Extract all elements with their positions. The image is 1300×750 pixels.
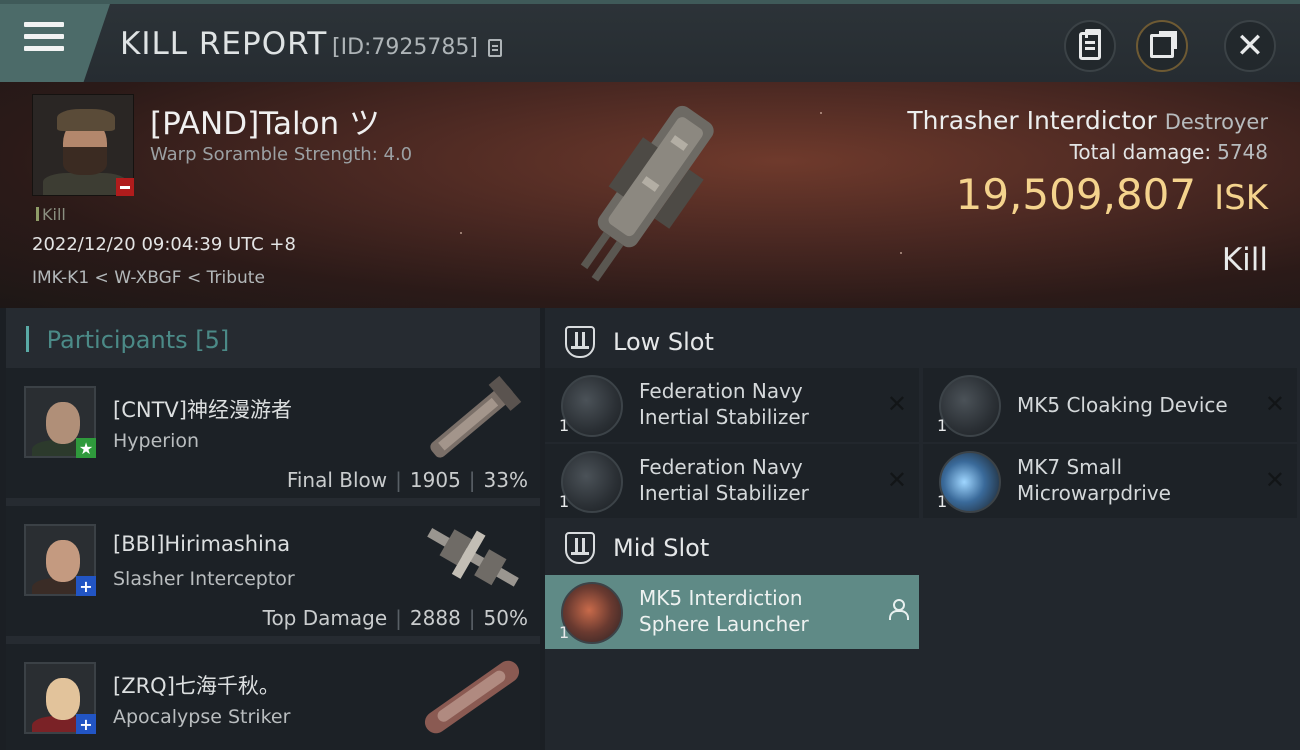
module-item[interactable]: 1 Federation Navy Inertial Stabilizer ✕ [545, 444, 919, 518]
total-damage-value: 5748 [1217, 140, 1268, 164]
participant-stats: Top Damage | 2888 | 50% [262, 606, 528, 630]
low-slot-icon [565, 326, 595, 358]
destroyed-x-icon: ✕ [1264, 466, 1285, 494]
victim-banner: [PAND]Talon ツ Warp Soramble Strength: 4.… [0, 82, 1300, 308]
participant-damage: 1905 [409, 468, 461, 492]
report-id: [ID:7925785] [332, 35, 478, 60]
victim-name[interactable]: [PAND]Talon ツ [150, 98, 380, 143]
module-name: Federation Navy Inertial Stabilizer [639, 379, 809, 429]
participant-name: [CNTV]神经漫游者 [113, 398, 292, 422]
participant-percent: 33% [483, 468, 528, 492]
participant-ship: Slasher Interceptor [113, 568, 295, 590]
victim-ship-class: Destroyer [1164, 110, 1268, 134]
participant-stats: Final Blow | 1905 | 33% [286, 468, 528, 492]
destroyed-x-icon: ✕ [886, 390, 907, 418]
module-item[interactable]: 1 MK7 Small Microwarpdrive ✕ [923, 444, 1297, 518]
victim-ship-name: Thrasher Interdictor [907, 106, 1157, 135]
participant-damage: 2888 [409, 606, 461, 630]
close-icon: ✕ [1235, 26, 1265, 66]
person-icon[interactable] [889, 599, 909, 620]
hostile-badge [116, 178, 134, 196]
cloaking-device-icon [939, 375, 1001, 437]
plus-badge-icon: + [76, 576, 96, 596]
mid-slot-header: Mid Slot [545, 516, 1300, 580]
mid-slot-icon [565, 532, 595, 564]
title-bar: KILL REPORT [ID:7925785] ✕ [0, 0, 1300, 82]
inertial-stabilizer-icon [561, 375, 623, 437]
module-qty: 1 [559, 492, 570, 511]
participant-ship-image [424, 660, 520, 734]
copy-id-icon[interactable] [488, 39, 502, 57]
participants-count: [5] [195, 326, 230, 354]
page-title: KILL REPORT [120, 26, 328, 62]
module-item[interactable]: 1 Federation Navy Inertial Stabilizer ✕ [545, 368, 919, 442]
isk-value: 19,509,807 ISK [956, 170, 1268, 219]
victim-ship: Thrasher Interdictor Destroyer [907, 106, 1268, 135]
kill-tag: Kill [36, 205, 66, 224]
clipboard-icon [1079, 29, 1101, 60]
close-button[interactable]: ✕ [1224, 20, 1276, 72]
participant-name: [BBI]Hirimashina [113, 532, 291, 556]
star [820, 112, 822, 114]
module-qty: 1 [559, 623, 570, 642]
kill-datetime: 2022/12/20 09:04:39 UTC +8 [32, 234, 296, 255]
participant-ship: Hyperion [113, 430, 200, 452]
share-icon [1150, 31, 1177, 58]
clipboard-button[interactable] [1064, 20, 1116, 72]
isk-unit: ISK [1214, 178, 1268, 218]
module-name: MK5 Cloaking Device [1017, 393, 1228, 417]
share-button[interactable] [1136, 20, 1188, 72]
module-item[interactable]: 1 MK5 Interdiction Sphere Launcher [545, 575, 919, 649]
victim-ship-image [580, 105, 714, 282]
isk-amount: 19,509,807 [955, 170, 1197, 219]
destroyed-x-icon: ✕ [886, 466, 907, 494]
low-slot-header: Low Slot [545, 310, 1300, 374]
star [460, 232, 462, 234]
participant-row[interactable]: + [BBI]Hirimashina Slasher Interceptor T… [6, 506, 540, 640]
star [900, 252, 902, 254]
module-qty: 1 [937, 416, 948, 435]
participant-ship-image [427, 527, 519, 587]
module-name: MK7 Small Microwarpdrive [1017, 455, 1171, 505]
mid-slot-title: Mid Slot [613, 534, 710, 562]
inertial-stabilizer-icon [561, 451, 623, 513]
participant-role: Top Damage [262, 606, 388, 630]
sphere-launcher-icon [561, 582, 623, 644]
total-damage-label: Total damage: [1069, 140, 1212, 164]
star-badge-icon: ★ [76, 438, 96, 458]
module-name: MK5 Interdiction Sphere Launcher [639, 586, 809, 636]
participant-role: Final Blow [286, 468, 388, 492]
low-slot-title: Low Slot [613, 328, 714, 356]
total-damage: Total damage: 5748 [1070, 140, 1268, 164]
plus-badge-icon: + [76, 714, 96, 734]
kill-location: IMK-K1 < W-XBGF < Tribute [32, 268, 265, 288]
module-qty: 1 [559, 416, 570, 435]
menu-icon[interactable] [24, 22, 64, 58]
module-item[interactable]: 1 MK5 Cloaking Device ✕ [923, 368, 1297, 442]
participants-panel: Participants [5] ★ [CNTV]神经漫游者 Hyperion … [6, 308, 540, 750]
microwarpdrive-icon [939, 451, 1001, 513]
module-name: Federation Navy Inertial Stabilizer [639, 455, 809, 505]
fitting-panel: Low Slot 1 Federation Navy Inertial Stab… [545, 308, 1300, 750]
destroyed-x-icon: ✕ [1264, 390, 1285, 418]
kill-result: Kill [1221, 242, 1268, 278]
participant-row[interactable]: ★ [CNTV]神经漫游者 Hyperion Final Blow | 1905 | 3… [6, 368, 540, 502]
participant-row[interactable]: + [ZRQ]七海千秋。 Apocalypse Striker [6, 644, 540, 750]
participants-header: Participants [5] [26, 326, 230, 354]
participant-percent: 50% [483, 606, 528, 630]
warp-scramble-strength: Warp Soramble Strength: 4.0 [150, 144, 413, 165]
module-qty: 1 [937, 492, 948, 511]
participants-label: Participants [46, 326, 188, 354]
participant-ship: Apocalypse Striker [113, 706, 291, 728]
participant-name: [ZRQ]七海千秋。 [113, 674, 280, 698]
participant-ship-image [430, 375, 522, 458]
